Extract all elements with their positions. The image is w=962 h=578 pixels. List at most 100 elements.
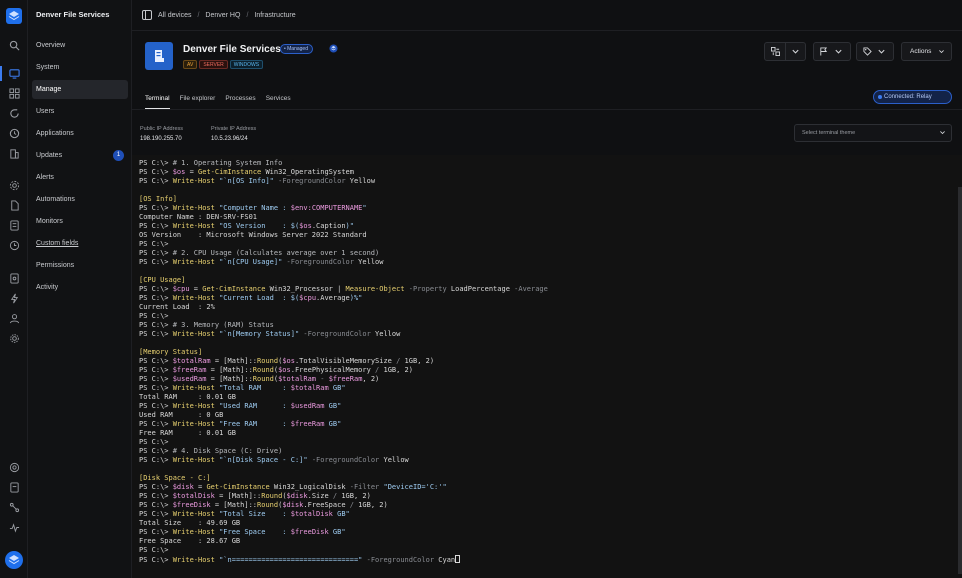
- terminal-token: # 1. Operating System Info: [172, 159, 283, 167]
- app-logo-icon[interactable]: [6, 8, 22, 24]
- nav-item-system[interactable]: System: [32, 58, 128, 77]
- tag-button[interactable]: [856, 42, 894, 61]
- history-icon[interactable]: [9, 240, 20, 251]
- terminal-token: -ForegroundColor: [286, 258, 354, 266]
- terminal-token: =: [189, 285, 203, 293]
- workspace-avatar[interactable]: [5, 551, 23, 569]
- private-ip-label: Private IP Address: [211, 126, 257, 132]
- breadcrumb-group[interactable]: Infrastructure: [254, 12, 295, 19]
- remote-tools-dropdown[interactable]: [785, 43, 805, 60]
- search-icon[interactable]: [9, 40, 20, 51]
- terminal-token: "`n[Memory Status]": [219, 330, 300, 338]
- sidebar-toggle-icon[interactable]: [142, 10, 152, 20]
- terminal-token: $disk: [286, 492, 308, 500]
- terminal-token: 1GB, 2): [353, 501, 388, 509]
- grid-icon[interactable]: [9, 88, 20, 99]
- integrations-icon[interactable]: [9, 502, 20, 513]
- terminal-token: = [Math]::: [206, 366, 253, 374]
- settings-icon[interactable]: [9, 180, 20, 191]
- terminal-token: Win32_LogicalDisk: [269, 483, 350, 491]
- lightning-icon[interactable]: [9, 293, 20, 304]
- terminal-theme-select[interactable]: Select terminal theme: [794, 124, 952, 142]
- activity-icon[interactable]: [9, 522, 20, 533]
- remote-tools-button[interactable]: [765, 43, 785, 60]
- nav-item-monitors[interactable]: Monitors: [32, 212, 128, 231]
- nav-item-overview[interactable]: Overview: [32, 36, 128, 55]
- terminal-output[interactable]: PS C:\> # 1. Operating System Info PS C:\…: [132, 155, 962, 578]
- terminal-token: "`n==============================": [219, 556, 363, 564]
- terminal-token: Write-Host: [172, 402, 215, 410]
- nav-item-label: System: [36, 64, 60, 71]
- building-icon[interactable]: [9, 148, 20, 159]
- terminal-token: = [Math]::: [210, 501, 258, 509]
- nav-item-alerts[interactable]: Alerts: [32, 168, 128, 187]
- terminal-line: PS C:\> Write-Host "`n==================…: [139, 555, 461, 564]
- tag-icon: [863, 47, 872, 56]
- flag-button[interactable]: [813, 42, 851, 61]
- clock-icon[interactable]: [9, 128, 20, 139]
- nav-item-updates[interactable]: Updates 1: [32, 146, 128, 165]
- nav-item-label: Users: [36, 108, 55, 115]
- breadcrumb-all-devices[interactable]: All devices: [158, 12, 191, 19]
- terminal-token: "`n[CPU Usage]": [219, 258, 283, 266]
- tab-services[interactable]: Services: [266, 94, 291, 109]
- tab-processes[interactable]: Processes: [225, 94, 255, 109]
- terminal-token: Write-Host: [172, 294, 215, 302]
- terminal-theme-placeholder: Select terminal theme: [802, 130, 856, 136]
- document-icon[interactable]: [9, 200, 20, 211]
- flag-icon: [820, 47, 828, 56]
- terminal-line: PS C:\>: [139, 312, 169, 321]
- notes-icon[interactable]: [9, 220, 20, 231]
- terminal-token: PS C:\>: [139, 159, 173, 167]
- gear-icon[interactable]: [9, 333, 20, 344]
- app-window: Denver File Services Overview System Man…: [0, 0, 962, 578]
- refresh-icon[interactable]: [9, 108, 20, 119]
- terminal-line: PS C:\> Write-Host "Current Load : $($cp…: [139, 294, 362, 303]
- user-icon[interactable]: [9, 313, 20, 324]
- terminal-token: [OS Info]: [139, 195, 177, 203]
- changelog-icon[interactable]: [9, 482, 20, 493]
- terminal-token: GB": [324, 420, 342, 428]
- terminal-token: Write-Host: [172, 556, 215, 564]
- nav-item-custom-fields[interactable]: Custom fields: [32, 234, 128, 253]
- report-icon[interactable]: [9, 273, 20, 284]
- terminal-line: PS C:\> Write-Host "`n[OS Info]" -Foregr…: [139, 177, 375, 186]
- terminal-cursor: [455, 555, 461, 563]
- terminal-token: Total RAM : 0.01 GB: [139, 393, 236, 401]
- terminal-token: PS C:\>: [139, 420, 173, 428]
- tab-file-explorer[interactable]: File explorer: [180, 94, 216, 109]
- terminal-line: Total Size : 49.69 GB: [139, 519, 240, 528]
- nav-item-users[interactable]: Users: [32, 102, 128, 121]
- terminal-token: PS C:\>: [139, 294, 173, 302]
- nav-item-applications[interactable]: Applications: [32, 124, 128, 143]
- help-icon[interactable]: [9, 462, 20, 473]
- nav-item-activity[interactable]: Activity: [32, 278, 128, 297]
- terminal-line: PS C:\>: [139, 438, 169, 447]
- terminal-token: PS C:\>: [139, 285, 173, 293]
- terminal-line: PS C:\> # 2. CPU Usage (Calculates avera…: [139, 249, 379, 258]
- terminal-line: Free RAM : 0.01 GB: [139, 429, 236, 438]
- terminal-token: $totalRam: [172, 357, 211, 365]
- terminal-token: -ForegroundColor: [278, 177, 346, 185]
- actions-button[interactable]: Actions: [901, 42, 952, 61]
- terminal-token: -ForegroundColor: [366, 556, 435, 564]
- terminal-line: [Memory Status]: [139, 348, 202, 357]
- protection-shield-icon: [329, 44, 338, 53]
- nav-item-manage[interactable]: Manage: [32, 80, 128, 99]
- nav-item-automations[interactable]: Automations: [32, 190, 128, 209]
- nav-item-label: Overview: [36, 42, 66, 49]
- breadcrumb-site[interactable]: Denver HQ: [205, 12, 240, 19]
- terminal-token: PS C:\>: [139, 240, 169, 248]
- terminal-token: Write-Host: [172, 177, 215, 185]
- terminal-token: -ForegroundColor: [303, 330, 371, 338]
- terminal-scrollbar[interactable]: [958, 187, 962, 574]
- terminal-token: Round: [252, 375, 274, 383]
- terminal-token: Write-Host: [172, 330, 215, 338]
- terminal-line: PS C:\> $cpu = Get-CimInstance Win32_Pro…: [139, 285, 548, 294]
- nav-item-permissions[interactable]: Permissions: [32, 256, 128, 275]
- terminal-token: Yellow: [370, 330, 401, 338]
- terminal-token: Win32_OperatingSystem: [261, 168, 354, 176]
- managed-label: Managed: [287, 46, 308, 52]
- tab-terminal[interactable]: Terminal: [145, 94, 170, 109]
- devices-icon[interactable]: [0, 66, 20, 81]
